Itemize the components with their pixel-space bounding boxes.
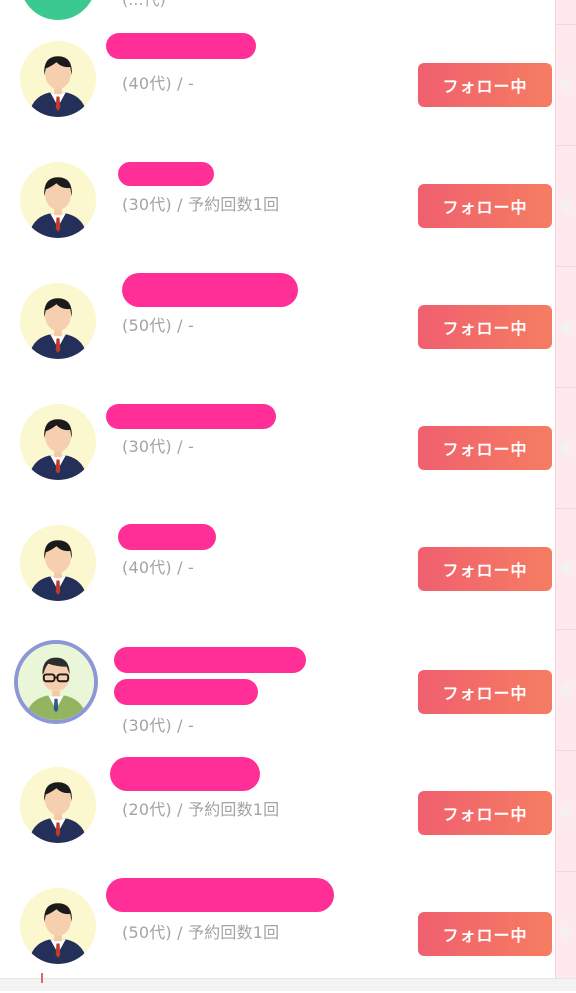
user-row[interactable]: (30代) / 予約回数1回 フォロー中: [0, 146, 556, 267]
following-button[interactable]: フォロー中: [418, 670, 552, 714]
user-meta: (40代) / -: [122, 558, 194, 577]
user-row[interactable]: (20代) / 予約回数1回 フォロー中: [0, 751, 556, 872]
user-meta: (30代) / -: [122, 716, 194, 735]
user-meta: (40代) / -: [122, 74, 194, 93]
chevron-left-icon[interactable]: [559, 76, 569, 94]
user-row[interactable]: (40代) / - フォロー中: [0, 25, 556, 146]
side-panel-edge[interactable]: [555, 0, 576, 991]
scroll-marker: [41, 973, 43, 983]
divider: [556, 871, 576, 872]
following-button[interactable]: フォロー中: [418, 426, 552, 470]
redacted-username: [110, 757, 260, 791]
user-row[interactable]: (50代) / - フォロー中: [0, 267, 556, 388]
chevron-left-icon[interactable]: [559, 802, 569, 820]
redacted-username: [122, 273, 298, 307]
chevron-left-icon[interactable]: [559, 681, 569, 699]
partial-user-meta: (...代): [122, 0, 166, 10]
businessman-avatar-icon[interactable]: [20, 888, 96, 964]
chevron-left-icon[interactable]: [559, 923, 569, 941]
partial-avatar[interactable]: [20, 0, 96, 20]
user-meta: (50代) / 予約回数1回: [122, 923, 280, 942]
follow-list: (...代) (40代) / - フォロー中: [0, 0, 556, 991]
user-meta: (20代) / 予約回数1回: [122, 800, 280, 819]
following-button[interactable]: フォロー中: [418, 63, 552, 107]
redacted-username: [106, 404, 276, 429]
divider: [556, 266, 576, 267]
divider: [556, 387, 576, 388]
divider: [556, 508, 576, 509]
divider: [556, 24, 576, 25]
user-row[interactable]: (30代) / - フォロー中: [0, 388, 556, 509]
chevron-left-icon[interactable]: [559, 560, 569, 578]
glasses-man-avatar-icon[interactable]: [14, 640, 98, 724]
redacted-username: [106, 878, 334, 912]
user-meta: (30代) / -: [122, 437, 194, 456]
divider: [556, 750, 576, 751]
following-button[interactable]: フォロー中: [418, 791, 552, 835]
businessman-avatar-icon[interactable]: [20, 283, 96, 359]
user-row[interactable]: (40代) / - フォロー中: [0, 509, 556, 630]
redacted-username: [118, 162, 214, 186]
redacted-username: [106, 33, 256, 59]
user-row[interactable]: (30代) / - フォロー中: [0, 630, 556, 751]
divider: [556, 145, 576, 146]
user-meta: (50代) / -: [122, 316, 194, 335]
following-button[interactable]: フォロー中: [418, 184, 552, 228]
following-button[interactable]: フォロー中: [418, 912, 552, 956]
bottom-bar: [0, 973, 576, 991]
redacted-username-line2: [114, 679, 258, 705]
chevron-left-icon[interactable]: [559, 197, 569, 215]
redacted-username: [114, 647, 306, 673]
businessman-avatar-icon[interactable]: [20, 162, 96, 238]
businessman-avatar-icon[interactable]: [20, 525, 96, 601]
businessman-avatar-icon[interactable]: [20, 767, 96, 843]
user-meta: (30代) / 予約回数1回: [122, 195, 280, 214]
businessman-avatar-icon[interactable]: [20, 404, 96, 480]
divider: [556, 629, 576, 630]
user-row[interactable]: (50代) / 予約回数1回 フォロー中: [0, 872, 556, 993]
chevron-left-icon[interactable]: [559, 439, 569, 457]
following-button[interactable]: フォロー中: [418, 305, 552, 349]
businessman-avatar-icon[interactable]: [20, 41, 96, 117]
following-button[interactable]: フォロー中: [418, 547, 552, 591]
redacted-username: [118, 524, 216, 550]
chevron-left-icon[interactable]: [559, 318, 569, 336]
